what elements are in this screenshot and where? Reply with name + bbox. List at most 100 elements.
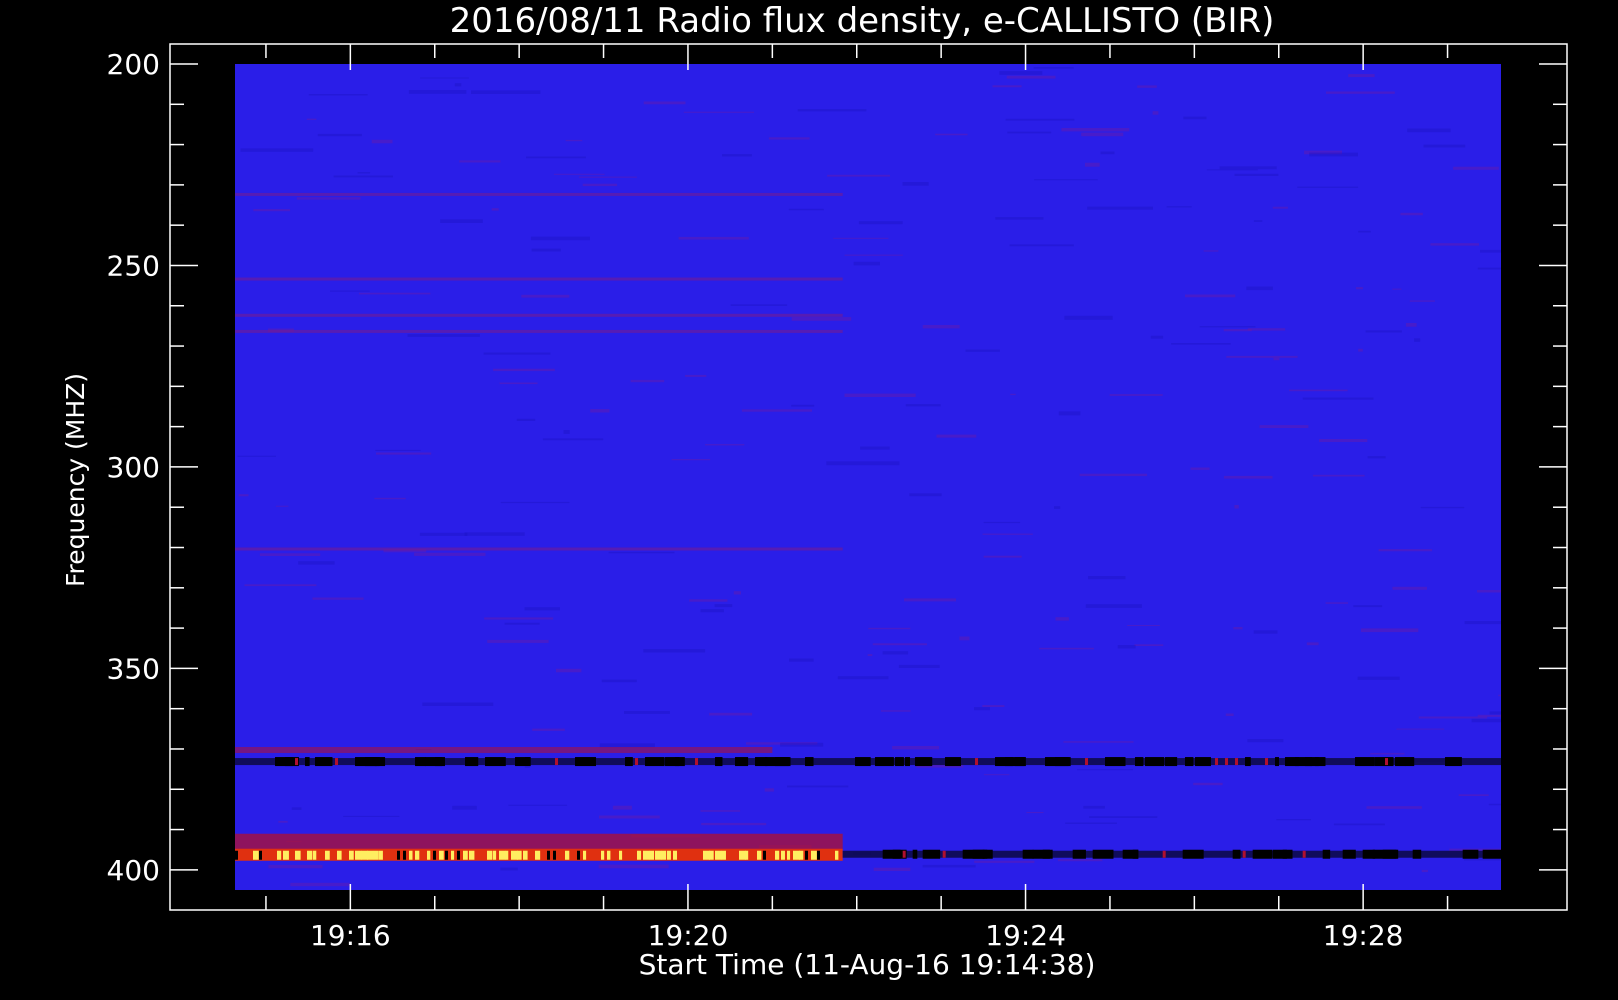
band-flicker xyxy=(799,850,804,860)
noise-streak xyxy=(1400,212,1423,216)
noise-streak xyxy=(1234,173,1279,176)
noise-streak xyxy=(787,785,849,788)
noise-streak xyxy=(487,639,549,643)
band-flicker xyxy=(721,850,726,860)
noise-streak xyxy=(1079,473,1148,477)
noise-streak xyxy=(1005,118,1075,121)
noise-streak xyxy=(1100,151,1115,155)
x-tick-label: 19:16 xyxy=(310,919,391,952)
noise-streak xyxy=(1423,144,1466,148)
band-dark-seg xyxy=(1245,757,1251,767)
band-dark-seg xyxy=(1275,757,1280,767)
band-dark-seg xyxy=(1015,757,1025,767)
band-red-seg xyxy=(975,758,978,766)
noise-streak xyxy=(935,133,968,136)
noise-streak xyxy=(797,109,867,112)
band-dark-seg xyxy=(315,757,333,767)
band-dark-seg xyxy=(1445,757,1462,767)
band-flicker xyxy=(469,850,475,860)
band-flicker xyxy=(373,850,379,860)
band-flicker xyxy=(439,850,444,860)
noise-streak xyxy=(275,505,289,507)
noise-streak xyxy=(1420,506,1465,509)
band-flicker xyxy=(535,850,541,860)
band-dark-seg xyxy=(1185,757,1194,767)
band-flicker xyxy=(661,850,667,860)
band-dark-seg xyxy=(735,757,749,767)
noise-streak xyxy=(780,742,824,747)
band-flicker xyxy=(337,850,342,860)
band-flicker xyxy=(427,850,431,860)
band-dark-seg xyxy=(625,757,633,767)
band-dark-seg xyxy=(1282,849,1293,859)
band-gap xyxy=(763,850,766,860)
noise-streak xyxy=(1206,169,1258,171)
noise-streak xyxy=(837,676,889,680)
noise-streak xyxy=(244,584,317,587)
noise-streak xyxy=(709,712,753,716)
noise-streak xyxy=(1039,647,1094,650)
rfi-line xyxy=(235,277,843,281)
noise-streak xyxy=(291,807,302,810)
band-flicker xyxy=(619,850,623,860)
noise-streak xyxy=(1225,713,1234,716)
band-dark-seg xyxy=(1182,849,1204,859)
noise-streak xyxy=(599,815,660,819)
band-gap xyxy=(577,850,580,860)
noise-streak xyxy=(1253,630,1278,634)
noise-streak xyxy=(530,236,590,241)
band-dark-seg xyxy=(912,849,918,859)
noise-streak xyxy=(542,438,604,441)
noise-streak xyxy=(982,705,1005,707)
noise-streak xyxy=(1026,812,1044,814)
band-flicker xyxy=(637,850,642,860)
band-dark-seg xyxy=(875,757,894,767)
noise-streak xyxy=(858,221,903,225)
band-gap xyxy=(397,850,400,860)
band-red-seg xyxy=(1385,758,1388,766)
band-dark-seg xyxy=(1165,757,1178,767)
noise-streak xyxy=(1083,805,1105,809)
noise-streak xyxy=(1306,642,1319,646)
noise-streak xyxy=(1089,816,1158,818)
noise-streak xyxy=(922,864,976,868)
noise-streak xyxy=(1223,329,1252,332)
noise-streak xyxy=(741,409,812,412)
noise-streak xyxy=(1458,794,1489,796)
noise-streak xyxy=(1453,166,1499,170)
noise-streak xyxy=(1488,803,1501,806)
noise-streak xyxy=(612,805,632,810)
noise-streak xyxy=(1077,769,1133,771)
band-flicker xyxy=(601,850,605,860)
noise-streak xyxy=(531,248,561,252)
noise-streak xyxy=(844,393,916,397)
noise-streak xyxy=(306,118,317,120)
noise-streak xyxy=(1171,343,1231,345)
band-dark-seg xyxy=(465,757,479,767)
band-flicker xyxy=(349,850,354,860)
noise-streak xyxy=(1309,152,1358,157)
band-dark-seg xyxy=(1355,757,1375,767)
band-red-seg xyxy=(335,758,338,766)
noise-streak xyxy=(414,552,486,556)
noise-streak xyxy=(733,591,741,595)
noise-streak xyxy=(853,261,880,266)
noise-streak xyxy=(371,139,393,144)
band-flicker xyxy=(313,850,317,860)
noise-streak xyxy=(683,111,754,113)
noise-streak xyxy=(532,728,565,731)
band-flicker xyxy=(739,850,746,860)
noise-streak xyxy=(1253,220,1263,222)
band-flicker xyxy=(811,850,817,860)
noise-streak xyxy=(1480,249,1501,253)
band-gap xyxy=(235,850,238,860)
band-gap xyxy=(553,850,556,860)
band-dark-seg xyxy=(1022,849,1034,859)
band-flicker xyxy=(517,850,522,860)
noise-streak xyxy=(1034,179,1098,181)
band-flicker xyxy=(379,850,383,860)
noise-streak xyxy=(464,532,525,536)
band-gap xyxy=(445,850,448,860)
band-dark-seg xyxy=(415,757,426,767)
noise-streak xyxy=(330,290,370,292)
